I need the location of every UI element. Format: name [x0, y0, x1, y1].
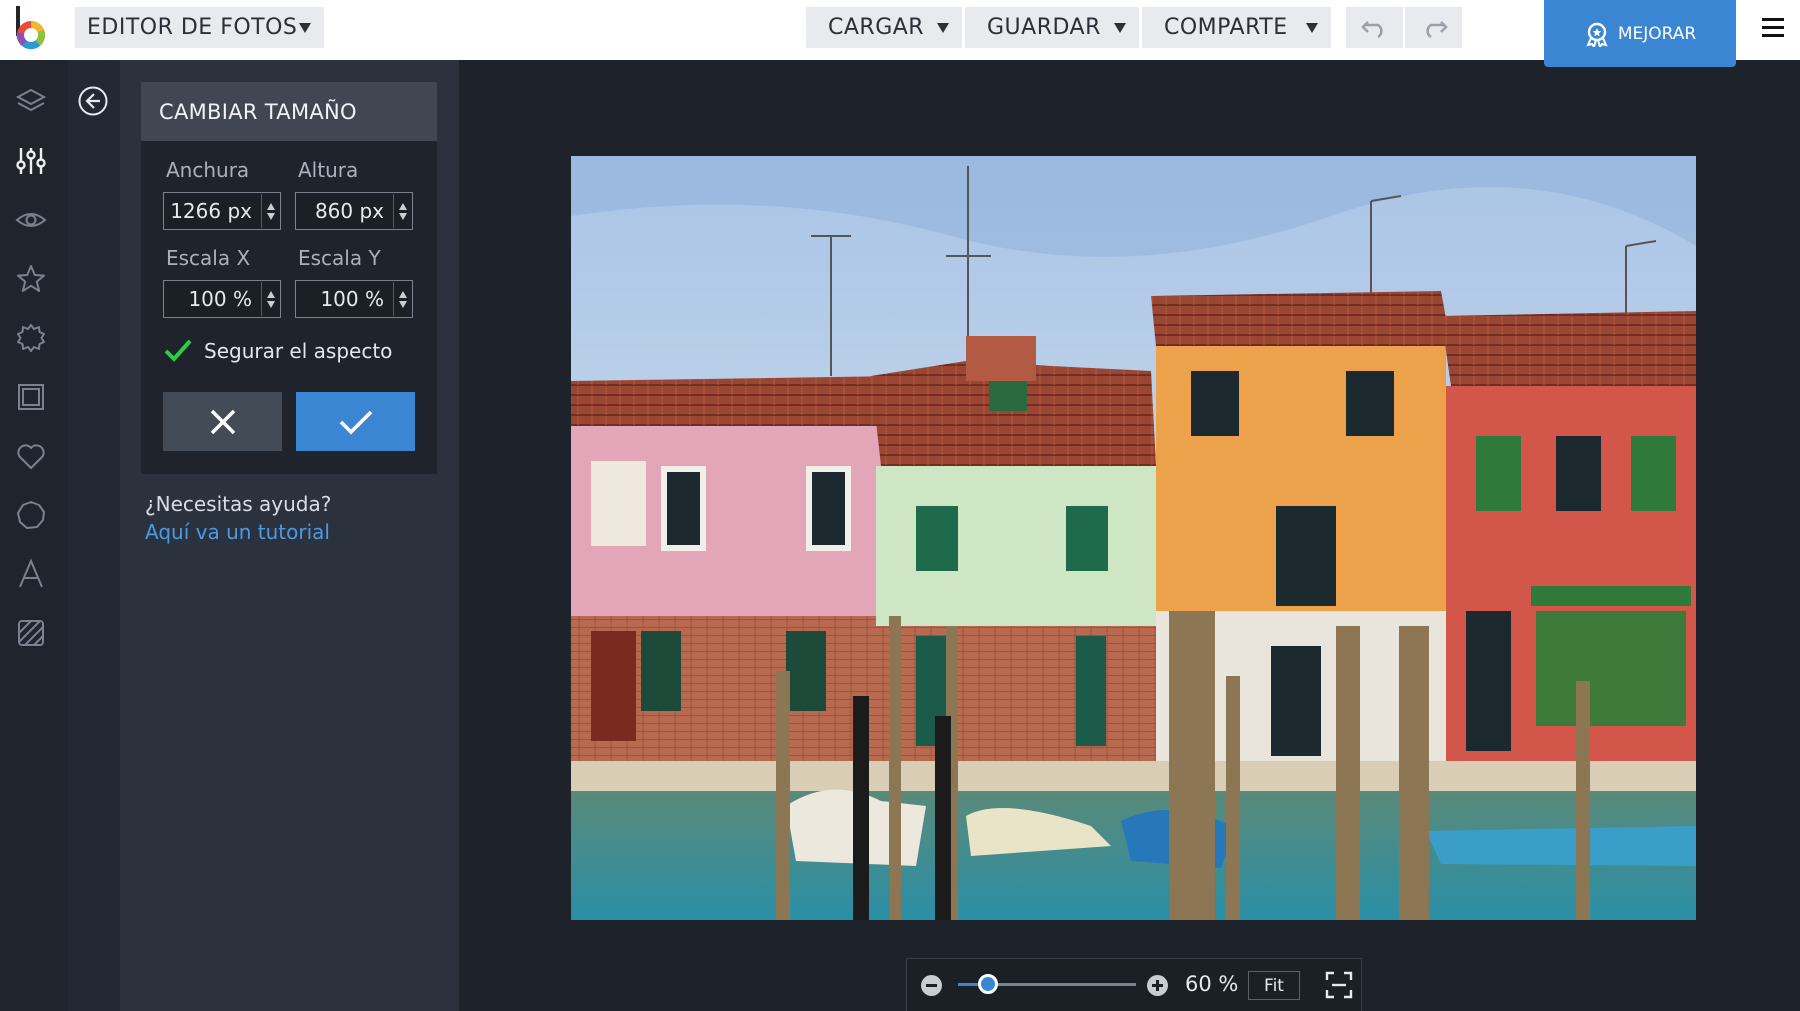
zoom-in-icon[interactable] [1147, 975, 1168, 996]
width-value: 1266 px [170, 199, 252, 223]
frame-icon[interactable] [12, 378, 50, 416]
chevron-down-icon [299, 23, 311, 33]
width-stepper[interactable] [261, 194, 279, 228]
cargar-dropdown[interactable]: CARGAR [806, 7, 962, 48]
sliders-icon[interactable] [12, 142, 50, 180]
width-label: Anchura [166, 158, 250, 182]
zoom-slider-knob[interactable] [978, 974, 999, 994]
mejorar-button[interactable]: MEJORAR [1544, 0, 1736, 67]
cancel-button[interactable] [163, 392, 282, 451]
cargar-label: CARGAR [828, 15, 925, 40]
star-icon[interactable] [12, 260, 50, 298]
chevron-down-icon [1114, 23, 1126, 33]
scale-x-label: Escala X [166, 246, 251, 270]
undo-button[interactable] [1346, 7, 1403, 48]
top-bar: EDITOR DE FOTOS CARGAR GUARDAR COMPARTE [0, 0, 1800, 67]
award-icon [1586, 22, 1608, 47]
heart-icon[interactable] [12, 437, 50, 475]
apply-button[interactable] [296, 392, 415, 451]
scale-x-stepper[interactable] [261, 282, 279, 316]
befunky-logo-icon[interactable] [12, 4, 50, 52]
guardar-dropdown[interactable]: GUARDAR [965, 7, 1139, 48]
shape-icon[interactable] [12, 496, 50, 534]
keep-aspect-label: Segurar el aspecto [204, 339, 393, 363]
mejorar-label: MEJORAR [1617, 23, 1697, 44]
help-question: ¿Necesitas ayuda? [145, 492, 332, 516]
eye-icon[interactable] [12, 201, 50, 239]
scale-y-input[interactable]: 100 % [295, 280, 413, 318]
comparte-label: COMPARTE [1164, 15, 1288, 40]
comparte-dropdown[interactable]: COMPARTE [1142, 7, 1331, 48]
height-stepper[interactable] [393, 194, 411, 228]
undo-icon [1360, 20, 1383, 38]
tool-sidebar [0, 60, 68, 1011]
fullscreen-icon[interactable] [1325, 971, 1353, 999]
redo-icon [1425, 20, 1448, 38]
scale-x-input[interactable]: 100 % [163, 280, 281, 318]
menu-icon[interactable] [1762, 18, 1784, 38]
zoom-bar: 60 % Fit [906, 958, 1362, 1011]
height-input[interactable]: 860 px [295, 192, 413, 230]
text-icon[interactable] [12, 555, 50, 593]
scale-x-value: 100 % [188, 287, 252, 311]
check-icon [339, 410, 372, 434]
redo-button[interactable] [1405, 7, 1462, 48]
chevron-down-icon [1306, 23, 1318, 33]
photo-canvas[interactable] [571, 156, 1696, 920]
fit-button[interactable]: Fit [1248, 971, 1300, 1000]
height-value: 860 px [314, 199, 384, 223]
scale-y-stepper[interactable] [393, 282, 411, 316]
badge-icon[interactable] [12, 319, 50, 357]
editor-mode-label: EDITOR DE FOTOS [87, 15, 298, 40]
height-label: Altura [298, 158, 359, 182]
editor-mode-dropdown[interactable]: EDITOR DE FOTOS [75, 7, 324, 48]
back-arrow-icon[interactable] [77, 85, 109, 117]
width-input[interactable]: 1266 px [163, 192, 281, 230]
keep-aspect-checkbox[interactable]: Segurar el aspecto [164, 338, 392, 364]
scale-y-label: Escala Y [298, 246, 381, 270]
layers-icon[interactable] [12, 82, 50, 120]
checkmark-icon [164, 339, 192, 362]
zoom-value: 60 % [1185, 972, 1239, 996]
tutorial-link[interactable]: Aquí va un tutorial [145, 520, 330, 544]
guardar-label: GUARDAR [987, 15, 1101, 40]
texture-icon[interactable] [12, 614, 50, 652]
zoom-out-icon[interactable] [921, 975, 942, 996]
close-icon [210, 409, 235, 434]
panel-back-strip [68, 60, 120, 1011]
resize-title: CAMBIAR TAMAÑO [141, 82, 437, 141]
scale-y-value: 100 % [320, 287, 384, 311]
chevron-down-icon [937, 23, 949, 33]
